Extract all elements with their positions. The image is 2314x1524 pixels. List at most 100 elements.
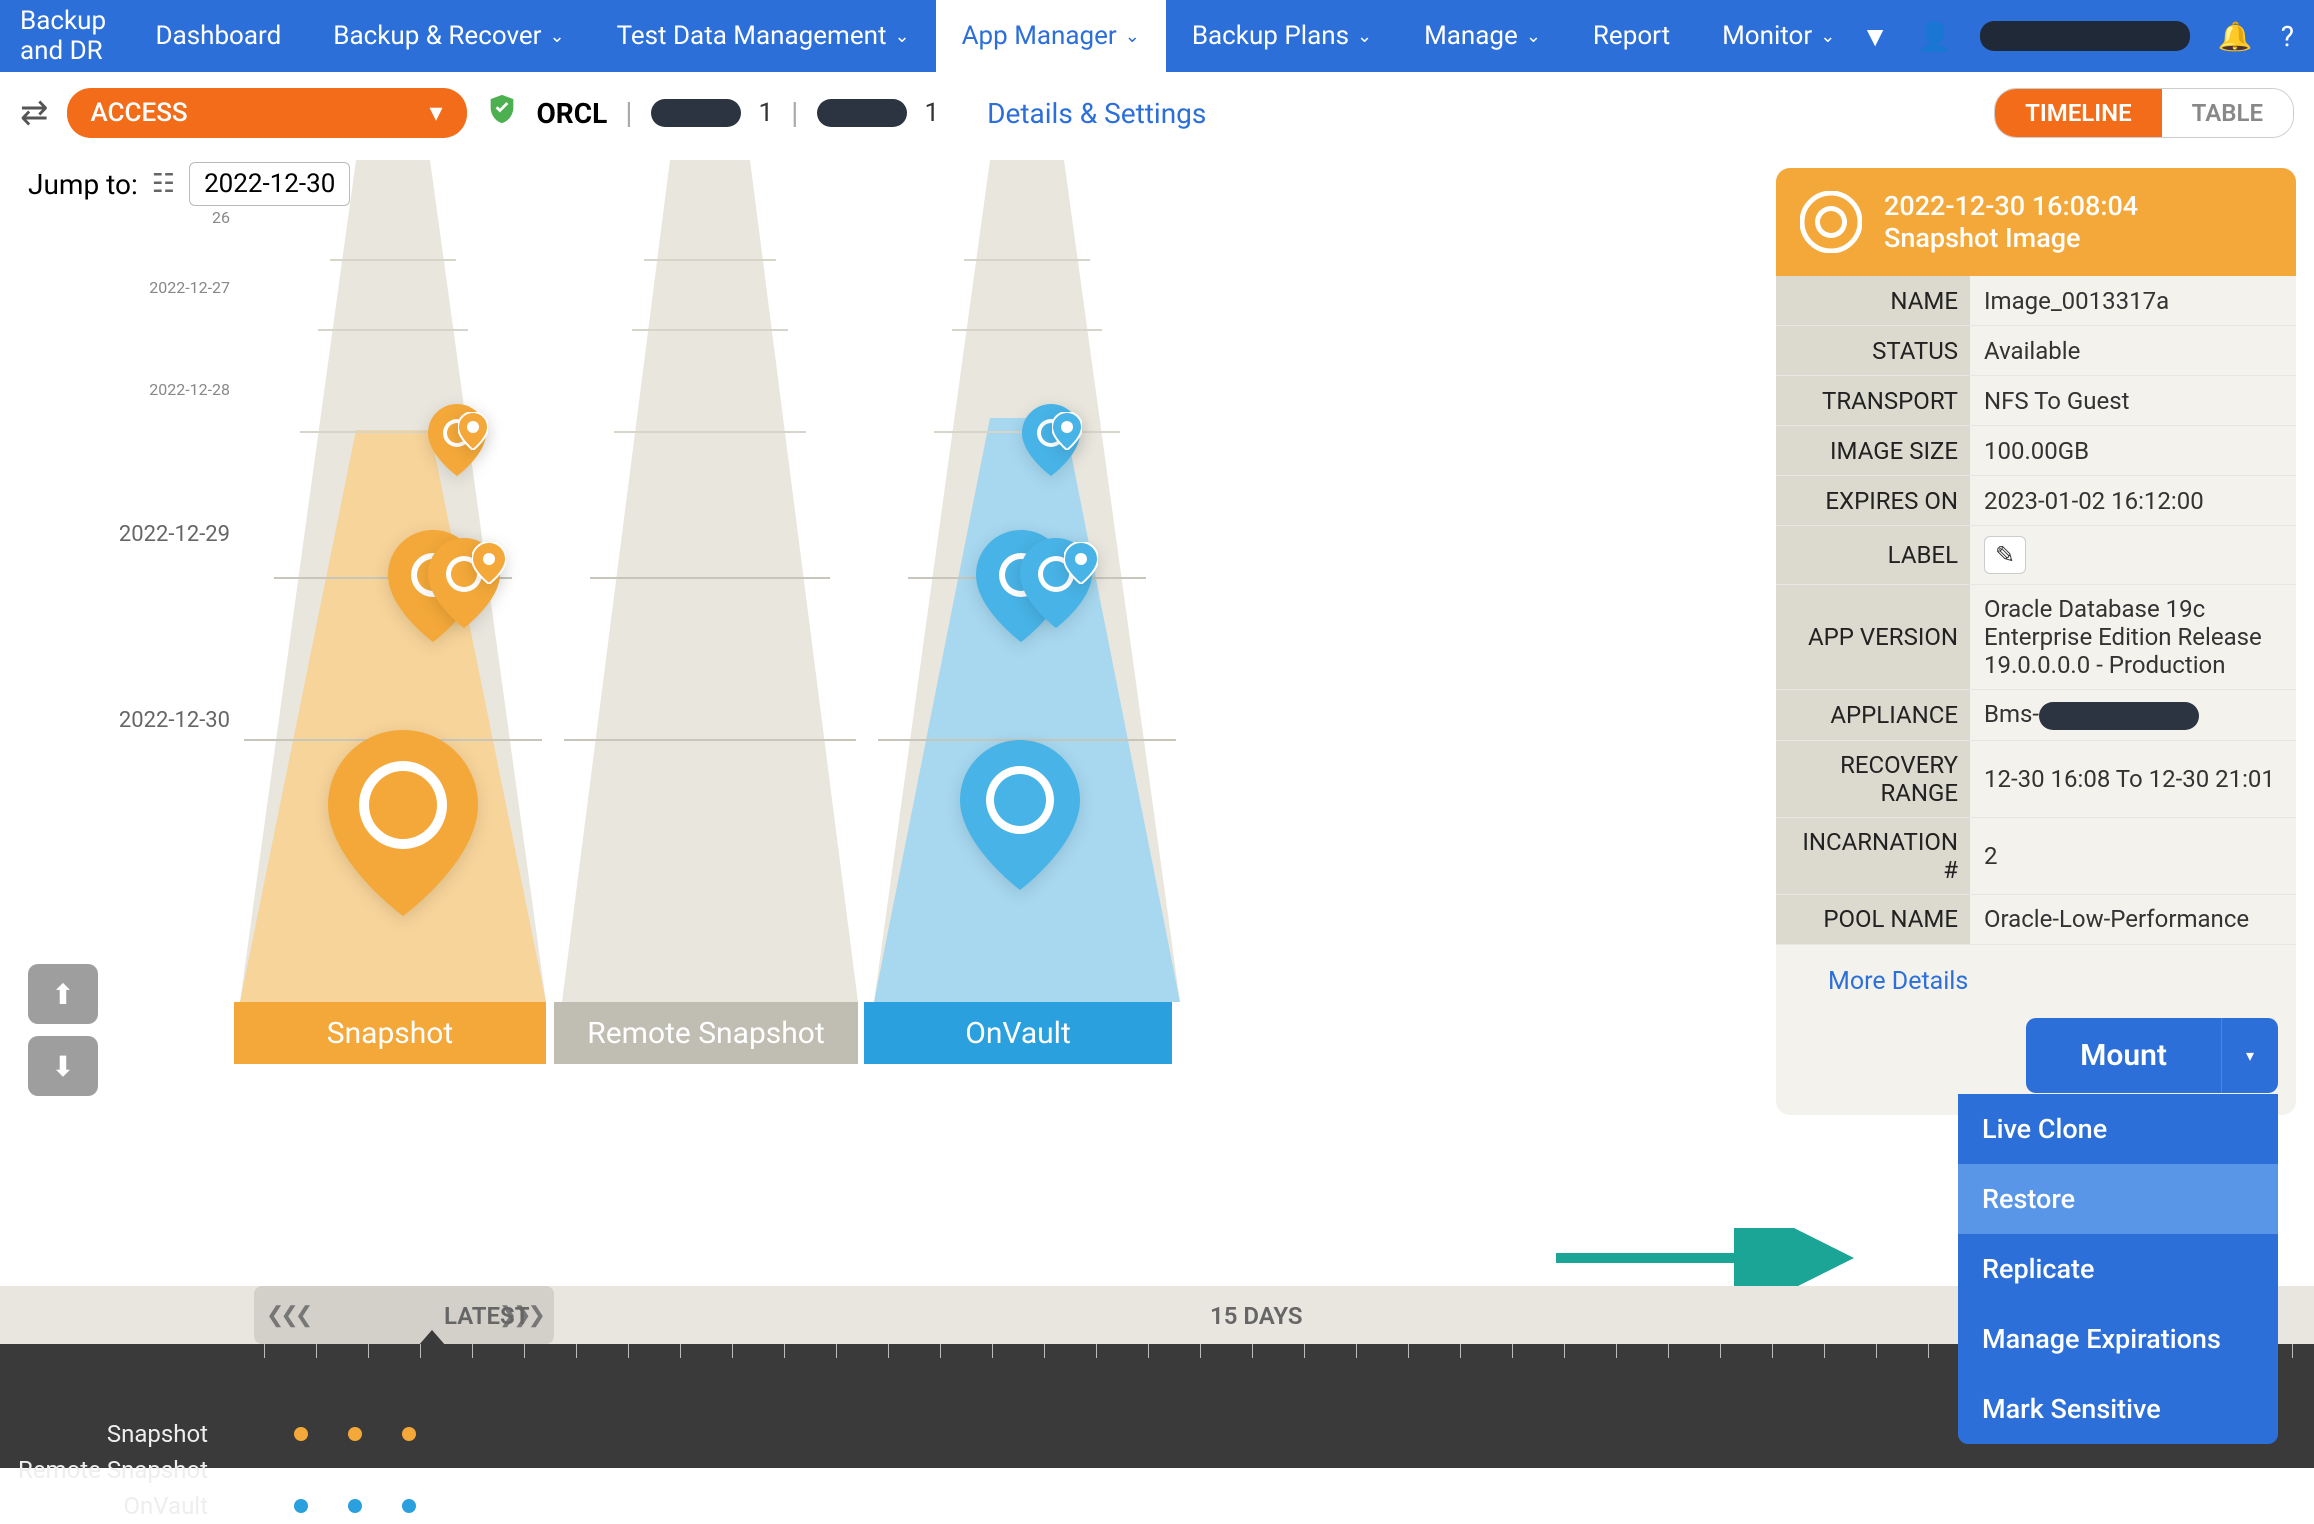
nav-label: Monitor — [1722, 21, 1812, 51]
calendar-icon[interactable]: ☷ — [152, 169, 175, 199]
access-label: ACCESS — [91, 98, 188, 128]
onvault-pin-small[interactable] — [1064, 542, 1098, 588]
access-dropdown[interactable]: ACCESS ▾ — [67, 88, 467, 138]
scrub-lane-label: Remote Snapshot — [0, 1456, 226, 1484]
lane-remote-snapshot: Remote Snapshot — [562, 160, 858, 1002]
nav-label: Backup Plans — [1192, 21, 1349, 51]
detail-rows: NAMEImage_0013317a STATUSAvailable TRANS… — [1776, 276, 2296, 945]
val: Oracle-Low-Performance — [1970, 895, 2296, 943]
app-title: Backup and DR — [20, 6, 112, 66]
nav-monitor[interactable]: Monitor ⌄ — [1696, 0, 1861, 72]
timeline-canvas: 26 2022-12-27 2022-12-28 2022-12-29 2022… — [240, 160, 1200, 1080]
row-pool-name: POOL NAMEOracle-Low-Performance — [1776, 895, 2296, 945]
nav-backup-plans[interactable]: Backup Plans ⌄ — [1166, 0, 1398, 72]
dot-icon[interactable] — [402, 1427, 416, 1441]
scroll-buttons: ⬆ ⬇ — [28, 964, 98, 1096]
mount-dropdown-toggle[interactable]: ▾ — [2222, 1018, 2278, 1093]
row-transport: TRANSPORTNFS To Guest — [1776, 376, 2296, 426]
key: STATUS — [1776, 326, 1970, 375]
chevron-down-icon: ⌄ — [549, 26, 564, 47]
nav-label: Test Data Management — [617, 21, 887, 51]
scrubber-latest-label: LATEST — [444, 1302, 529, 1330]
mount-split-button: Mount ▾ — [2026, 1018, 2278, 1093]
details-settings-link[interactable]: Details & Settings — [987, 97, 1206, 130]
key: INCARNATION # — [1776, 818, 1970, 894]
chevron-down-icon: ⌄ — [1820, 26, 1835, 47]
chevron-left-icon[interactable]: ❮ — [295, 1303, 309, 1328]
nav-label: Report — [1593, 21, 1670, 51]
user-badge[interactable] — [1980, 21, 2190, 51]
nav-dashboard[interactable]: Dashboard — [130, 0, 308, 72]
menu-restore[interactable]: Restore — [1958, 1164, 2278, 1234]
snapshot-pin-small[interactable] — [458, 412, 488, 454]
dot-icon[interactable] — [402, 1499, 416, 1513]
chevron-down-icon: ▾ — [429, 98, 442, 128]
onvault-pin-small[interactable] — [1052, 412, 1082, 454]
val: 12-30 16:08 To 12-30 21:01 — [1970, 755, 2296, 803]
more-details-link[interactable]: More Details — [1776, 945, 2296, 1018]
key: APP VERSION — [1776, 585, 1970, 689]
top-navigation: Backup and DR Dashboard Backup & Recover… — [0, 0, 2314, 72]
appliance-redacted — [2039, 702, 2199, 730]
nav-app-manager[interactable]: App Manager⌄ — [936, 0, 1166, 72]
scrub-dots — [294, 1499, 416, 1513]
val: NFS To Guest — [1970, 377, 2296, 425]
chevron-down-icon: ⌄ — [894, 26, 909, 47]
host2-redacted — [817, 99, 907, 127]
scroll-down-button[interactable]: ⬇ — [28, 1036, 98, 1096]
scrub-lane-label: OnVault — [0, 1492, 226, 1520]
mount-dropdown-menu: Live Clone Restore Replicate Manage Expi… — [1958, 1094, 2278, 1444]
nav-label: Manage — [1424, 21, 1518, 51]
bell-icon[interactable]: 🔔 — [2218, 20, 2253, 53]
nav-backup-recover[interactable]: Backup & Recover⌄ — [307, 0, 590, 72]
key: EXPIRES ON — [1776, 476, 1970, 525]
key: IMAGE SIZE — [1776, 426, 1970, 475]
menu-replicate[interactable]: Replicate — [1958, 1234, 2278, 1304]
nav-report[interactable]: Report — [1567, 0, 1696, 72]
row-status: STATUSAvailable — [1776, 326, 2296, 376]
host1-redacted — [651, 99, 741, 127]
val: Image_0013317a — [1970, 277, 2296, 325]
nav-manage[interactable]: Manage⌄ — [1398, 0, 1567, 72]
lane-snapshot-label: Snapshot — [234, 1002, 546, 1064]
view-toggle: TIMELINE TABLE — [1994, 88, 2294, 138]
chevron-down-icon: ⌄ — [1357, 26, 1372, 47]
chevron-down-icon: ▾ — [2246, 1046, 2254, 1065]
dot-icon[interactable] — [348, 1499, 362, 1513]
snapshot-type-icon — [1800, 191, 1862, 253]
user-icon[interactable]: 👤 — [1917, 20, 1952, 53]
dot-icon[interactable] — [348, 1427, 362, 1441]
val: Available — [1970, 327, 2296, 375]
database-name: ORCL — [537, 97, 608, 130]
dot-icon[interactable] — [294, 1427, 308, 1441]
shield-check-icon — [485, 92, 519, 134]
timeline-toggle[interactable]: TIMELINE — [1995, 89, 2162, 137]
key: LABEL — [1776, 526, 1970, 584]
appliance-prefix: Bms- — [1984, 700, 2039, 728]
edit-label-button[interactable]: ✎ — [1984, 536, 2026, 574]
val: 100.00GB — [1970, 427, 2296, 475]
menu-mark-sensitive[interactable]: Mark Sensitive — [1958, 1374, 2278, 1444]
mount-button[interactable]: Mount — [2026, 1018, 2222, 1093]
val: Oracle Database 19c Enterprise Edition R… — [1970, 585, 2296, 689]
scrub-lane-label: Snapshot — [0, 1420, 226, 1448]
filter-icon[interactable]: ▼ — [1861, 20, 1889, 53]
panel-image-type: Snapshot Image — [1884, 222, 2138, 254]
scroll-up-button[interactable]: ⬆ — [28, 964, 98, 1024]
key: TRANSPORT — [1776, 376, 1970, 425]
dot-icon[interactable] — [294, 1499, 308, 1513]
chevron-left-double-icon[interactable]: ❮❮ — [266, 1303, 295, 1328]
nav-test-data-mgmt[interactable]: Test Data Management ⌄ — [591, 0, 936, 72]
help-icon[interactable]: ? — [2281, 20, 2294, 53]
swap-icon[interactable]: ⇄ — [20, 93, 49, 133]
row-expires-on: EXPIRES ON2023-01-02 16:12:00 — [1776, 476, 2296, 526]
snapshot-pin-selected[interactable] — [328, 730, 478, 920]
menu-manage-expirations[interactable]: Manage Expirations — [1958, 1304, 2278, 1374]
host1-suffix: 1 — [759, 98, 774, 128]
onvault-pin-large[interactable] — [960, 740, 1080, 894]
panel-header: 2022-12-30 16:08:04 Snapshot Image — [1776, 168, 2296, 276]
table-toggle[interactable]: TABLE — [2162, 89, 2293, 137]
scrub-lane-remote-snapshot: Remote Snapshot — [0, 1452, 2314, 1488]
snapshot-pin-small[interactable] — [472, 542, 506, 588]
menu-live-clone[interactable]: Live Clone — [1958, 1094, 2278, 1164]
